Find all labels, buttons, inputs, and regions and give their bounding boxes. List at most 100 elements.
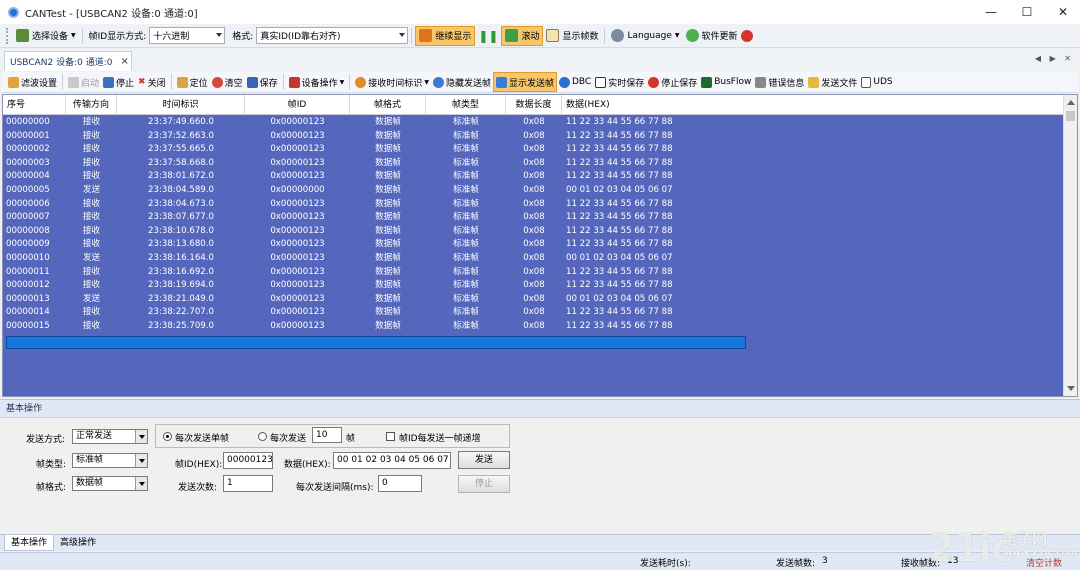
language-button[interactable]: Language ▼ xyxy=(608,26,682,46)
start-button[interactable]: 启动 xyxy=(66,72,101,92)
table-cell: 接收 xyxy=(82,320,101,331)
interval-input[interactable]: 0 xyxy=(378,475,422,492)
frame-data-grid[interactable]: 序号 传输方向 时间标识 帧ID 帧格式 帧类型 数据长度 数据(HEX) 00… xyxy=(2,94,1078,397)
data-input[interactable]: 00 01 02 03 04 05 06 07 xyxy=(333,452,451,469)
table-cell: 00000014 xyxy=(6,307,50,318)
table-cell: 23:38:16.692.0 xyxy=(148,266,214,277)
column-header[interactable]: 数据长度 xyxy=(506,95,562,115)
table-row[interactable]: 00000011 接收 23:38:16.692.0 0x00000123 数据帧 标准帧… xyxy=(3,266,1065,280)
send-mode-select[interactable]: 正常发送 xyxy=(72,429,148,444)
frame-id-label: 帧ID(HEX): xyxy=(175,460,223,470)
separator xyxy=(170,74,172,90)
multi-count-input[interactable]: 10 xyxy=(312,427,342,443)
device-ops-button[interactable]: 设备操作 ▼ xyxy=(287,72,347,92)
continue-display-button[interactable]: 继续显示 xyxy=(415,25,476,46)
hide-sent-frames-button[interactable]: 隐藏发送帧 xyxy=(431,72,493,92)
filter-settings-button[interactable]: 滤波设置 xyxy=(6,72,59,92)
close-tab-icon[interactable]: × xyxy=(120,56,128,67)
clear-button[interactable]: 清空 xyxy=(210,72,245,92)
filter-icon xyxy=(8,76,19,88)
column-header[interactable]: 序号 xyxy=(3,95,66,115)
table-row[interactable]: 00000009 接收 23:38:13.680.0 0x00000123 数据帧 标准帧… xyxy=(3,238,1065,252)
table-cell: 标准帧 xyxy=(453,171,479,182)
table-row[interactable]: 00000013 发送 23:38:21.049.0 0x00000123 数据帧 标准帧… xyxy=(3,293,1065,307)
table-row[interactable]: 00000008 接收 23:38:10.678.0 0x00000123 数据帧 标准帧… xyxy=(3,225,1065,239)
table-row[interactable]: 00000012 接收 23:38:19.694.0 0x00000123 数据帧 标准帧… xyxy=(3,279,1065,293)
send-count-input[interactable]: 1 xyxy=(223,475,273,492)
show-sent-frames-button[interactable]: 显示发送帧 xyxy=(492,72,557,92)
scroll-down-icon[interactable] xyxy=(1067,386,1075,391)
column-header[interactable]: 时间标识 xyxy=(117,95,245,115)
clear-count-button[interactable]: 清空计数 xyxy=(1026,556,1062,569)
table-row[interactable]: 00000004 接收 23:38:01.672.0 0x00000123 数据帧 标准帧… xyxy=(3,170,1065,184)
stop-button[interactable]: 停止 xyxy=(101,72,136,92)
start-icon xyxy=(68,76,80,88)
busflow-button[interactable]: BusFlow xyxy=(699,72,753,92)
table-cell: 0x00000123 xyxy=(270,144,325,155)
uds-button[interactable]: UDS xyxy=(859,72,894,92)
recv-time-id-button[interactable]: 接收时间标识 ▼ xyxy=(353,72,431,92)
table-row[interactable]: 00000010 发送 23:38:16.164.0 0x00000123 数据帧 标准帧… xyxy=(3,252,1065,266)
table-row[interactable]: 00000014 接收 23:38:22.707.0 0x00000123 数据帧 标准帧… xyxy=(3,306,1065,320)
tab-scroll-arrows[interactable]: ◀ ▶ ✕ xyxy=(1035,54,1074,63)
scroll-thumb[interactable] xyxy=(1066,111,1075,121)
error-info-button[interactable]: 错误信息 xyxy=(753,72,806,92)
id-increment-checkbox[interactable] xyxy=(386,432,395,441)
table-cell: 标准帧 xyxy=(453,144,479,155)
save-button[interactable]: 保存 xyxy=(245,72,280,92)
table-row[interactable]: 00000005 发送 23:38:04.589.0 0x00000000 数据帧 标准帧… xyxy=(3,184,1065,198)
tab-basic-operations[interactable]: 基本操作 xyxy=(4,535,55,551)
send-button[interactable]: 发送 xyxy=(458,451,510,469)
table-row[interactable]: 00000002 接收 23:37:55.665.0 0x00000123 数据帧 标准帧… xyxy=(3,143,1065,157)
tab-advanced-operations[interactable]: 高级操作 xyxy=(54,535,102,551)
column-header[interactable]: 帧格式 xyxy=(350,95,426,115)
locate-button[interactable]: 定位 xyxy=(175,72,210,92)
stop-save-button[interactable]: 停止保存 xyxy=(646,72,699,92)
tab-usbcan2-channel[interactable]: USBCAN2 设备:0 通道:0 × xyxy=(4,51,132,71)
software-update-button[interactable]: 软件更新 xyxy=(683,26,756,46)
pause-button[interactable]: ❚❚ xyxy=(475,26,501,46)
vertical-scrollbar[interactable] xyxy=(1063,95,1077,396)
realtime-save-button[interactable]: 实时保存 xyxy=(593,72,646,92)
table-cell: 标准帧 xyxy=(453,130,479,141)
separator xyxy=(604,27,606,44)
table-cell: 00000011 xyxy=(6,266,50,277)
column-header[interactable]: 帧ID xyxy=(245,95,350,115)
table-row[interactable]: 00000003 接收 23:37:58.668.0 0x00000123 数据帧 标准帧… xyxy=(3,157,1065,171)
table-row[interactable]: 00000006 接收 23:38:04.673.0 0x00000123 数据帧 标准帧… xyxy=(3,198,1065,212)
table-cell: 0x08 xyxy=(523,144,545,155)
locate-icon xyxy=(176,76,188,88)
dbc-button[interactable]: DBC xyxy=(557,72,593,92)
format-select[interactable]: 真实ID(ID靠右对齐) xyxy=(256,27,409,44)
table-cell: 23:38:19.694.0 xyxy=(148,280,214,291)
scroll-up-icon[interactable] xyxy=(1067,100,1075,105)
column-header[interactable]: 传输方向 xyxy=(66,95,117,115)
maximize-button[interactable]: ☐ xyxy=(1010,0,1044,24)
selected-empty-row[interactable] xyxy=(6,336,746,349)
send-file-button[interactable]: 发送文件 xyxy=(806,72,859,92)
minimize-button[interactable]: — xyxy=(974,0,1008,24)
column-header[interactable]: 帧类型 xyxy=(426,95,506,115)
table-cell: 23:38:25.709.0 xyxy=(148,320,214,331)
format-value: 真实ID(ID靠右对齐) xyxy=(260,32,341,42)
select-device-button[interactable]: 选择设备 ▼ xyxy=(13,26,79,46)
table-row[interactable]: 00000015 接收 23:38:25.709.0 0x00000123 数据帧 标准帧… xyxy=(3,320,1065,334)
frame-type-select[interactable]: 标准帧 xyxy=(72,453,148,468)
frame-format-label: 帧格式: xyxy=(36,483,67,493)
table-cell: 00000004 xyxy=(6,171,50,182)
multi-frame-radio[interactable] xyxy=(258,432,267,441)
single-frame-radio[interactable] xyxy=(163,432,172,441)
close-window-button[interactable]: ✕ xyxy=(1046,0,1080,24)
column-header[interactable]: 数据(HEX) xyxy=(562,95,1065,115)
table-cell: 0x08 xyxy=(523,266,545,277)
table-row[interactable]: 00000001 接收 23:37:52.663.0 0x00000123 数据帧 标准帧… xyxy=(3,130,1065,144)
close-device-button[interactable]: ✖ 关闭 xyxy=(136,72,168,92)
table-row[interactable]: 00000000 接收 23:37:49.660.0 0x00000123 数据帧 标准帧… xyxy=(3,116,1065,130)
frame-id-input[interactable]: 00000123 xyxy=(223,452,273,469)
stop-send-button[interactable]: 停止 xyxy=(458,475,510,493)
frame-format-select[interactable]: 数据帧 xyxy=(72,476,148,491)
show-frame-count-button[interactable]: 显示帧数 xyxy=(543,26,601,46)
frame-id-format-select[interactable]: 十六进制 xyxy=(149,27,226,44)
scroll-button[interactable]: 滚动 xyxy=(501,25,544,46)
table-row[interactable]: 00000007 接收 23:38:07.677.0 0x00000123 数据帧 标准帧… xyxy=(3,211,1065,225)
